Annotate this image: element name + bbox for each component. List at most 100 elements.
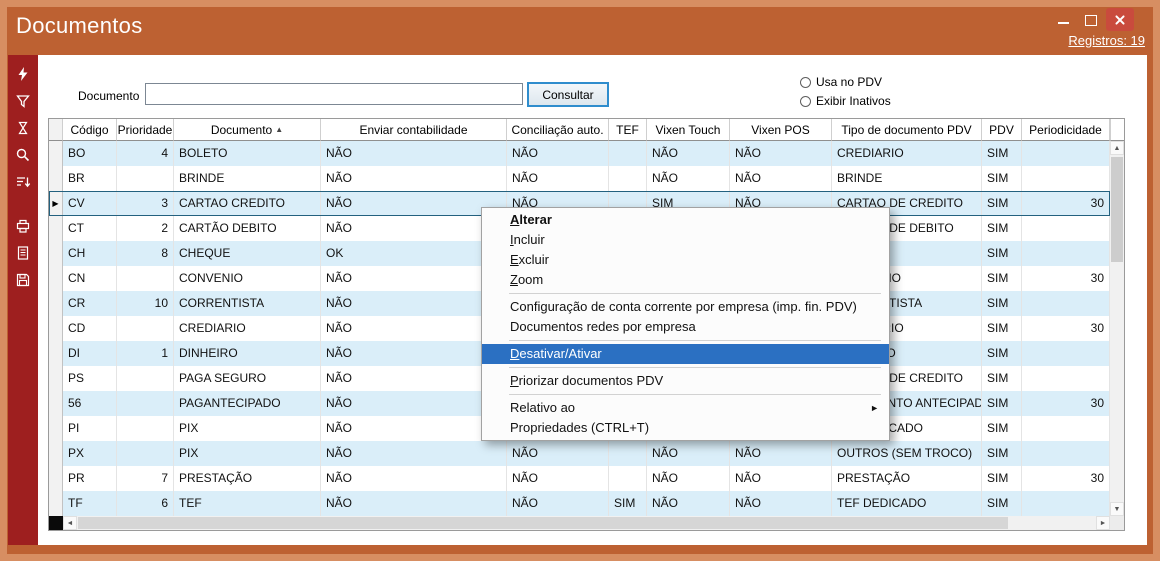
table-cell[interactable]: BR (63, 166, 117, 191)
table-cell[interactable]: NÃO (321, 491, 507, 516)
scroll-up-button[interactable]: ▲ (1110, 141, 1124, 155)
table-cell[interactable] (1022, 141, 1110, 166)
table-cell[interactable]: CARTÃO DEBITO (174, 216, 321, 241)
table-cell[interactable]: 4 (117, 141, 174, 166)
table-cell[interactable]: NÃO (321, 416, 507, 441)
documento-input[interactable] (145, 83, 523, 105)
sort-button[interactable] (9, 170, 37, 193)
table-cell[interactable]: CORRENTISTA (174, 291, 321, 316)
table-row-BR[interactable]: BRBRINDENÃONÃONÃONÃOBRINDESIM (49, 166, 1110, 191)
table-cell[interactable]: PIX (174, 416, 321, 441)
table-cell[interactable]: BRINDE (832, 166, 982, 191)
table-cell[interactable]: SIM (982, 241, 1022, 266)
table-cell[interactable]: BO (63, 141, 117, 166)
table-cell[interactable]: SIM (982, 341, 1022, 366)
horizontal-scrollbar[interactable]: ◄ ► (49, 516, 1124, 530)
table-cell[interactable]: NÃO (730, 491, 832, 516)
table-cell[interactable] (117, 316, 174, 341)
table-cell[interactable]: NÃO (321, 141, 507, 166)
menu-item[interactable]: Excluir (482, 250, 889, 270)
table-cell[interactable] (609, 466, 647, 491)
table-cell[interactable]: SIM (982, 316, 1022, 341)
table-cell[interactable]: NÃO (321, 266, 507, 291)
table-cell[interactable] (117, 416, 174, 441)
table-cell[interactable]: TEF DEDICADO (832, 491, 982, 516)
print-button[interactable] (9, 214, 37, 237)
menu-item[interactable]: Documentos redes por empresa (482, 317, 889, 337)
close-button[interactable] (1106, 8, 1134, 31)
table-cell[interactable]: NÃO (507, 141, 609, 166)
table-cell[interactable]: 30 (1022, 391, 1110, 416)
table-cell[interactable]: BOLETO (174, 141, 321, 166)
table-cell[interactable]: SIM (982, 366, 1022, 391)
table-cell[interactable]: NÃO (507, 491, 609, 516)
table-cell[interactable]: NÃO (321, 166, 507, 191)
table-cell[interactable]: SIM (982, 216, 1022, 241)
zoom-button[interactable] (9, 143, 37, 166)
table-cell[interactable]: PI (63, 416, 117, 441)
table-cell[interactable]: DINHEIRO (174, 341, 321, 366)
column-header[interactable]: Código (63, 119, 117, 141)
table-cell[interactable]: 30 (1022, 191, 1110, 216)
save-button[interactable] (9, 268, 37, 291)
table-cell[interactable]: BRINDE (174, 166, 321, 191)
table-cell[interactable] (1022, 291, 1110, 316)
table-cell[interactable] (1022, 216, 1110, 241)
refresh-button[interactable] (9, 62, 37, 85)
table-cell[interactable]: NÃO (730, 441, 832, 466)
table-cell[interactable]: 30 (1022, 316, 1110, 341)
table-cell[interactable]: PRESTAÇÃO (832, 466, 982, 491)
table-cell[interactable] (1022, 366, 1110, 391)
table-cell[interactable]: 6 (117, 491, 174, 516)
table-cell[interactable]: TEF (174, 491, 321, 516)
table-cell[interactable] (1022, 441, 1110, 466)
column-header[interactable]: Prioridade (117, 119, 174, 141)
scroll-down-button[interactable]: ▼ (1110, 502, 1124, 516)
filter-button[interactable] (9, 89, 37, 112)
menu-item[interactable]: Alterar (482, 210, 889, 230)
column-header[interactable]: Periodicidade (1022, 119, 1110, 141)
table-cell[interactable] (1022, 491, 1110, 516)
table-cell[interactable]: OUTROS (SEM TROCO) (832, 441, 982, 466)
table-cell[interactable]: SIM (982, 491, 1022, 516)
table-cell[interactable]: CHEQUE (174, 241, 321, 266)
table-cell[interactable]: NÃO (730, 166, 832, 191)
table-cell[interactable]: SIM (982, 391, 1022, 416)
column-header[interactable]: TEF (609, 119, 647, 141)
table-cell[interactable] (117, 391, 174, 416)
column-header[interactable]: Documento▲ (174, 119, 321, 141)
table-cell[interactable]: NÃO (647, 466, 730, 491)
table-cell[interactable]: TF (63, 491, 117, 516)
table-cell[interactable]: 3 (117, 191, 174, 216)
table-cell[interactable]: NÃO (730, 466, 832, 491)
table-cell[interactable] (1022, 416, 1110, 441)
table-cell[interactable]: NÃO (321, 216, 507, 241)
scroll-right-button[interactable]: ► (1096, 516, 1110, 530)
column-header[interactable]: Vixen Touch (647, 119, 730, 141)
table-row-BO[interactable]: BO4BOLETONÃONÃONÃONÃOCREDIARIOSIM (49, 141, 1110, 166)
table-cell[interactable]: SIM (982, 441, 1022, 466)
table-cell[interactable]: NÃO (647, 141, 730, 166)
table-cell[interactable]: NÃO (730, 141, 832, 166)
radio-usa-no-pdv[interactable]: Usa no PDV (800, 75, 882, 89)
column-header[interactable]: PDV (982, 119, 1022, 141)
table-cell[interactable]: NÃO (321, 341, 507, 366)
minimize-button[interactable] (1051, 10, 1075, 30)
table-cell[interactable]: SIM (982, 166, 1022, 191)
menu-item[interactable]: Priorizar documentos PDV (482, 371, 889, 391)
table-cell[interactable]: 7 (117, 466, 174, 491)
menu-item[interactable]: Configuração de conta corrente por empre… (482, 297, 889, 317)
table-row-PR[interactable]: PR7PRESTAÇÃONÃONÃONÃONÃOPRESTAÇÃOSIM30 (49, 466, 1110, 491)
table-row-TF[interactable]: TF6TEFNÃONÃOSIMNÃONÃOTEF DEDICADOSIM (49, 491, 1110, 516)
column-header[interactable]: Conciliação auto. (507, 119, 609, 141)
table-cell[interactable]: NÃO (321, 466, 507, 491)
table-cell[interactable]: SIM (982, 141, 1022, 166)
table-cell[interactable]: NÃO (321, 191, 507, 216)
table-cell[interactable]: DI (63, 341, 117, 366)
table-cell[interactable] (117, 441, 174, 466)
table-cell[interactable]: SIM (982, 291, 1022, 316)
table-cell[interactable]: NÃO (321, 291, 507, 316)
clear-filter-button[interactable] (9, 116, 37, 139)
table-cell[interactable]: NÃO (507, 166, 609, 191)
table-cell[interactable]: SIM (982, 466, 1022, 491)
